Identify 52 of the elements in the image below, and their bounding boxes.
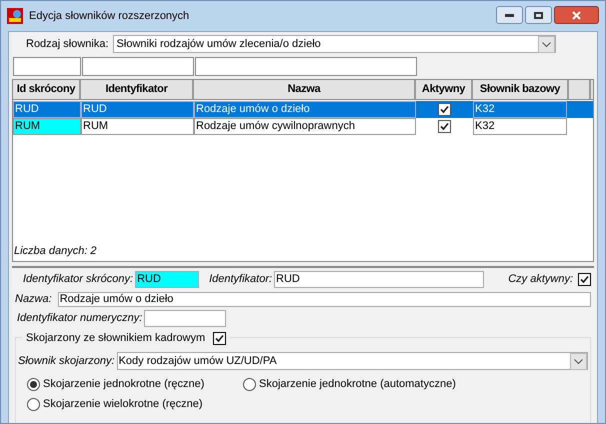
table-cell: RUM [13,118,81,135]
table-cell: RUD [81,101,194,118]
filter-field[interactable] [82,57,194,76]
close-icon [572,10,581,20]
close-button[interactable] [554,6,599,24]
minimize-button[interactable] [496,6,523,24]
radio-option[interactable]: Skojarzenie wielokrotne (ręczne) [27,396,243,412]
table-cell: K32 [473,118,567,135]
numeric-id-field[interactable] [144,310,226,326]
group-label: Skojarzony ze słownikiem kadrowym [26,331,206,346]
filter-field[interactable] [195,57,417,76]
dropdown-button[interactable] [538,36,555,52]
window-title: Edycja słowników rozszerzonych [29,8,190,24]
column-header[interactable]: Id skrócony [13,80,81,99]
column-header[interactable]: Aktywny [416,80,473,99]
column-header[interactable]: Identyfikator [81,80,194,99]
short-id-field[interactable]: RUD [135,271,200,288]
table-row[interactable]: RUD RUD Rodzaje umów o dzieło K32 [13,101,593,118]
column-header[interactable]: Słownik bazowy [473,80,569,99]
field-label: Identyfikator skrócony: [23,272,134,288]
linked-dictionary-dropdown[interactable]: Kody rodzajów umów UZ/UD/PA [116,352,588,370]
radio-button[interactable] [27,378,40,390]
dictionary-type-dropdown[interactable]: Słowniki rodzajów umów zlecenia/o dzieło [112,35,556,53]
name-field[interactable]: Rodzaje umów o dzieło [58,292,591,306]
radio-option[interactable]: Skojarzenie jednokrotne (ręczne) [27,376,243,392]
field-label: Rodzaj słownika: [26,36,109,52]
field-label: Identyfikator numeryczny: [17,310,142,326]
checkbox[interactable] [438,120,451,133]
table-cell: K32 [473,101,567,118]
checkbox[interactable] [213,332,226,345]
app-icon [7,8,23,24]
field-label: Słownik skojarzony: [18,354,115,369]
field-label: Identyfikator: [209,272,272,288]
checkbox[interactable] [438,103,451,116]
record-count: Liczba danych: 2 [14,244,98,258]
filter-field[interactable] [13,57,81,76]
identifier-field[interactable]: RUD [274,271,484,288]
maximize-button[interactable] [525,6,552,24]
radio-button[interactable] [243,378,256,390]
table-cell: Rodzaje umów cywilnoprawnych [194,118,416,135]
caret-icon [542,42,551,46]
caret-icon [574,358,583,364]
dropdown-button[interactable] [570,352,587,370]
table-cell: RUD [13,101,81,118]
field-label: Nazwa: [15,292,52,307]
column-header[interactable]: Nazwa [194,80,416,99]
checkbox[interactable] [578,273,591,286]
table-cell: RUM [81,118,194,135]
radio-button[interactable] [27,398,40,410]
table-cell: Rodzaje umów o dzieło [194,101,416,118]
field-label: Czy aktywny: [508,272,573,288]
radio-option[interactable]: Skojarzenie jednokrotne (automatyczne) [243,376,588,392]
